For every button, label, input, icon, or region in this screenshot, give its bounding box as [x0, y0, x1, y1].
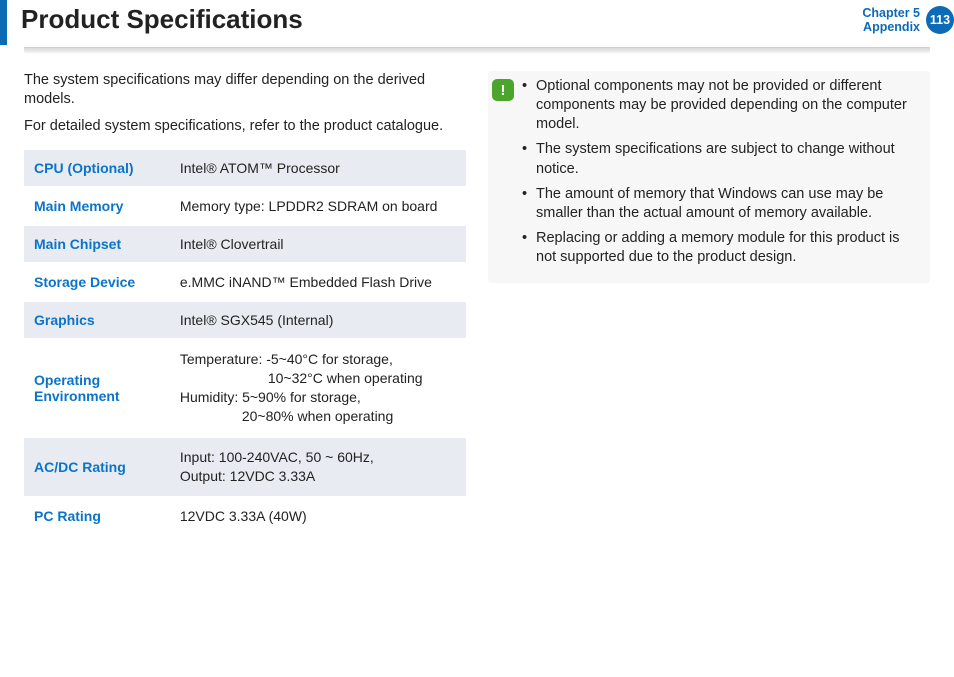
spec-value: Intel® ATOM™ Processor: [170, 150, 466, 187]
table-row: Operating Environment Temperature: -5~40…: [24, 339, 466, 437]
table-row: CPU (Optional) Intel® ATOM™ Processor: [24, 150, 466, 187]
table-row: Main Chipset Intel® Clovertrail: [24, 225, 466, 263]
chapter-line: Chapter 5: [862, 6, 920, 20]
page-title: Product Specifications: [21, 0, 862, 35]
table-row: Storage Device e.MMC iNAND™ Embedded Fla…: [24, 263, 466, 301]
title-bar: Product Specifications Chapter 5 Appendi…: [0, 0, 954, 45]
list-item: Replacing or adding a memory module for …: [522, 229, 922, 267]
spec-value: Temperature: -5~40°C for storage, 10~32°…: [170, 339, 466, 437]
chapter-label: Chapter 5 Appendix: [862, 0, 926, 35]
page: Product Specifications Chapter 5 Appendi…: [0, 0, 954, 677]
content-columns: The system specifications may differ dep…: [0, 53, 954, 536]
spec-key: Main Chipset: [24, 225, 170, 263]
spec-line: Humidity: 5~90% for storage,: [180, 389, 361, 405]
alert-glyph: !: [501, 82, 506, 99]
left-column: The system specifications may differ dep…: [24, 71, 466, 536]
intro-paragraph: For detailed system specifications, refe…: [24, 117, 466, 136]
table-row: PC Rating 12VDC 3.33A (40W): [24, 497, 466, 535]
spec-value: Intel® SGX545 (Internal): [170, 301, 466, 339]
table-row: Graphics Intel® SGX545 (Internal): [24, 301, 466, 339]
note-box: ! Optional components may not be provide…: [488, 71, 930, 283]
spec-key: CPU (Optional): [24, 150, 170, 187]
right-column: ! Optional components may not be provide…: [488, 71, 930, 536]
intro-paragraph: The system specifications may differ dep…: [24, 71, 466, 109]
page-number: 113: [930, 13, 950, 27]
spec-key: Storage Device: [24, 263, 170, 301]
spec-line: Input: 100-240VAC, 50 ~ 60Hz,: [180, 449, 374, 465]
list-item: Optional components may not be provided …: [522, 77, 922, 134]
alert-icon: !: [492, 79, 514, 101]
section-line: Appendix: [862, 20, 920, 34]
list-item: The system specifications are subject to…: [522, 140, 922, 178]
spec-line: 20~80% when operating: [180, 407, 393, 426]
list-item: The amount of memory that Windows can us…: [522, 185, 922, 223]
page-number-badge: 113: [926, 6, 954, 34]
table-row: AC/DC Rating Input: 100-240VAC, 50 ~ 60H…: [24, 437, 466, 497]
table-row: Main Memory Memory type: LPDDR2 SDRAM on…: [24, 187, 466, 225]
spec-key: Main Memory: [24, 187, 170, 225]
spec-key: PC Rating: [24, 497, 170, 535]
spec-value: Memory type: LPDDR2 SDRAM on board: [170, 187, 466, 225]
spec-key: Graphics: [24, 301, 170, 339]
spec-value: Intel® Clovertrail: [170, 225, 466, 263]
spec-table: CPU (Optional) Intel® ATOM™ Processor Ma…: [24, 150, 466, 535]
spec-line: 10~32°C when operating: [180, 369, 423, 388]
note-list: Optional components may not be provided …: [522, 77, 922, 273]
spec-value: e.MMC iNAND™ Embedded Flash Drive: [170, 263, 466, 301]
spec-key: AC/DC Rating: [24, 437, 170, 497]
spec-line: Temperature: -5~40°C for storage,: [180, 351, 393, 367]
spec-line: Output: 12VDC 3.33A: [180, 468, 315, 484]
spec-value: 12VDC 3.33A (40W): [170, 497, 466, 535]
spec-key: Operating Environment: [24, 339, 170, 437]
spec-value: Input: 100-240VAC, 50 ~ 60Hz, Output: 12…: [170, 437, 466, 497]
